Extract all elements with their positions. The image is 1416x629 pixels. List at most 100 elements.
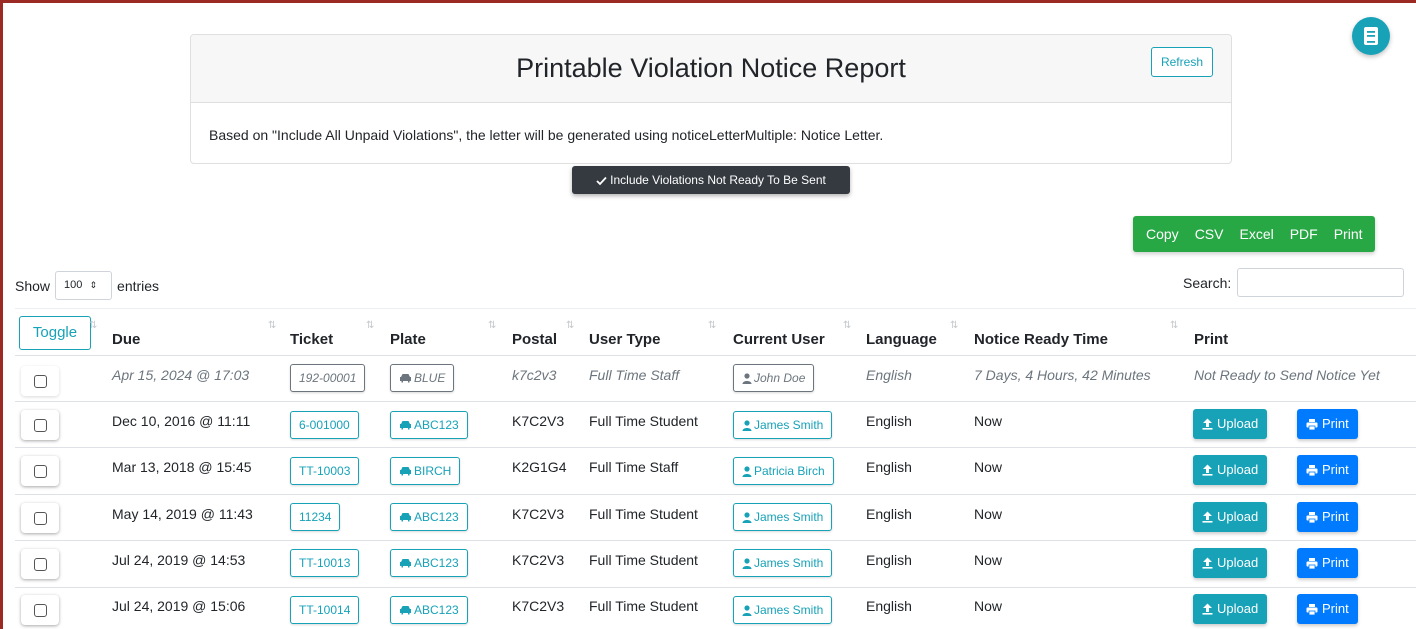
user-name: John Doe (754, 371, 806, 385)
due-date-cell: Dec 10, 2016 @ 11:11 (112, 413, 251, 429)
report-card-header: Printable Violation Notice Report Refres… (191, 35, 1231, 103)
postal-cell: K7C2V3 (512, 413, 565, 429)
user-type-cell: Full Time Student (589, 552, 698, 568)
user-icon (742, 372, 752, 384)
print-label: Print (1322, 555, 1349, 570)
plate-number: ABC123 (414, 510, 459, 524)
car-icon (399, 558, 412, 568)
report-description: Based on "Include All Unpaid Violations"… (209, 127, 884, 143)
upload-icon (1202, 511, 1213, 523)
row-select-checkbox[interactable] (21, 366, 59, 396)
ticket-link[interactable]: 11234 (290, 503, 341, 531)
user-link[interactable]: Patricia Birch (733, 457, 834, 485)
row-select-checkbox[interactable] (21, 595, 59, 625)
upload-icon (1202, 557, 1213, 569)
printer-icon (1306, 418, 1318, 430)
notes-fab-button[interactable] (1352, 17, 1390, 55)
row-divider (15, 494, 1416, 495)
column-header-language[interactable]: Language (866, 331, 937, 348)
refresh-button[interactable]: Refresh (1150, 47, 1213, 77)
window-frame-left (0, 0, 3, 629)
user-icon (742, 419, 752, 431)
upload-button[interactable]: Upload (1193, 409, 1268, 439)
plate-number: BLUE (414, 371, 446, 385)
print-all-button[interactable]: Print (1326, 216, 1375, 252)
column-header-user-type[interactable]: User Type (589, 331, 660, 348)
print-status-cell: Not Ready to Send Notice Yet (1194, 367, 1380, 383)
plate-link[interactable]: ABC123 (390, 549, 468, 577)
report-card: Printable Violation Notice Report Refres… (190, 34, 1232, 164)
column-header-print[interactable]: Print (1194, 331, 1228, 348)
copy-button[interactable]: Copy (1133, 216, 1187, 252)
print-notice-button[interactable]: Print (1297, 548, 1358, 578)
ticket-link[interactable]: TT-10003 (290, 457, 360, 485)
upload-button[interactable]: Upload (1193, 548, 1268, 578)
column-header-postal[interactable]: Postal (512, 331, 557, 348)
ticket-link[interactable]: 6-001000 (290, 411, 359, 439)
entries-select[interactable]: 100 ⇕ (55, 271, 113, 300)
plate-link[interactable]: ABC123 (390, 411, 468, 439)
ticket-link[interactable]: TT-10014 (290, 596, 360, 624)
row-select-checkbox[interactable] (21, 456, 59, 486)
plate-link[interactable]: ABC123 (390, 596, 468, 624)
notice-ready-time-cell: Now (974, 459, 1003, 475)
user-name: James Smith (754, 603, 824, 617)
car-icon (399, 373, 412, 383)
user-icon (742, 557, 752, 569)
upload-button[interactable]: Upload (1193, 455, 1268, 485)
printer-icon (1306, 603, 1318, 615)
upload-label: Upload (1217, 509, 1259, 524)
column-header-notice-ready-time[interactable]: Notice Ready Time (974, 331, 1108, 348)
car-icon (399, 512, 412, 522)
toggle-select-all-button[interactable]: Toggle (19, 316, 91, 350)
upload-label: Upload (1217, 462, 1259, 477)
row-select-checkbox[interactable] (21, 503, 59, 533)
plate-number: BIRCH (414, 464, 452, 478)
search-area: Search: (1183, 268, 1405, 297)
row-select-checkbox[interactable] (21, 410, 59, 440)
user-type-cell: Full Time Staff (589, 367, 680, 383)
check-icon (596, 176, 607, 186)
language-cell: English (866, 459, 912, 475)
search-input[interactable] (1237, 268, 1405, 297)
postal-cell: k7c2v3 (512, 367, 557, 383)
csv-button[interactable]: CSV (1187, 216, 1232, 252)
row-divider (15, 447, 1416, 448)
user-type-cell: Full Time Student (589, 598, 698, 614)
entries-select-value: 100 (64, 279, 83, 291)
notebook-icon (1362, 26, 1380, 46)
user-link[interactable]: James Smith (733, 411, 833, 439)
plate-link[interactable]: BLUE (390, 364, 455, 392)
row-select-checkbox[interactable] (21, 549, 59, 579)
upload-button[interactable]: Upload (1193, 594, 1268, 624)
column-header-due[interactable]: Due (112, 331, 140, 348)
print-notice-button[interactable]: Print (1297, 409, 1358, 439)
user-type-cell: Full Time Student (589, 413, 698, 429)
due-date-cell: Jul 24, 2019 @ 14:53 (112, 552, 246, 568)
user-link[interactable]: James Smith (733, 596, 833, 624)
ticket-number: 192-00001 (299, 371, 357, 385)
print-notice-button[interactable]: Print (1297, 455, 1358, 485)
due-date-cell: May 14, 2019 @ 11:43 (112, 506, 253, 522)
upload-button[interactable]: Upload (1193, 502, 1268, 532)
ticket-number: TT-10003 (299, 464, 351, 478)
pdf-button[interactable]: PDF (1282, 216, 1326, 252)
column-header-plate[interactable]: Plate (390, 331, 426, 348)
print-notice-button[interactable]: Print (1297, 502, 1358, 532)
due-date-cell: Jul 24, 2019 @ 15:06 (112, 598, 246, 614)
plate-link[interactable]: ABC123 (390, 503, 468, 531)
sort-icon: ⇅ (1170, 320, 1178, 331)
plate-link[interactable]: BIRCH (390, 457, 461, 485)
ticket-link[interactable]: 192-00001 (290, 364, 366, 392)
column-header-ticket[interactable]: Ticket (290, 331, 333, 348)
print-notice-button[interactable]: Print (1297, 594, 1358, 624)
sort-icon: ⇅ (488, 320, 496, 331)
user-link[interactable]: James Smith (733, 549, 833, 577)
include-not-ready-toggle-button[interactable]: Include Violations Not Ready To Be Sent (572, 166, 850, 194)
user-link[interactable]: James Smith (733, 503, 833, 531)
column-header-current-user[interactable]: Current User (733, 331, 825, 348)
user-link[interactable]: John Doe (733, 364, 815, 392)
sort-icon: ⇅ (708, 320, 716, 331)
excel-button[interactable]: Excel (1231, 216, 1281, 252)
ticket-link[interactable]: TT-10013 (290, 549, 360, 577)
